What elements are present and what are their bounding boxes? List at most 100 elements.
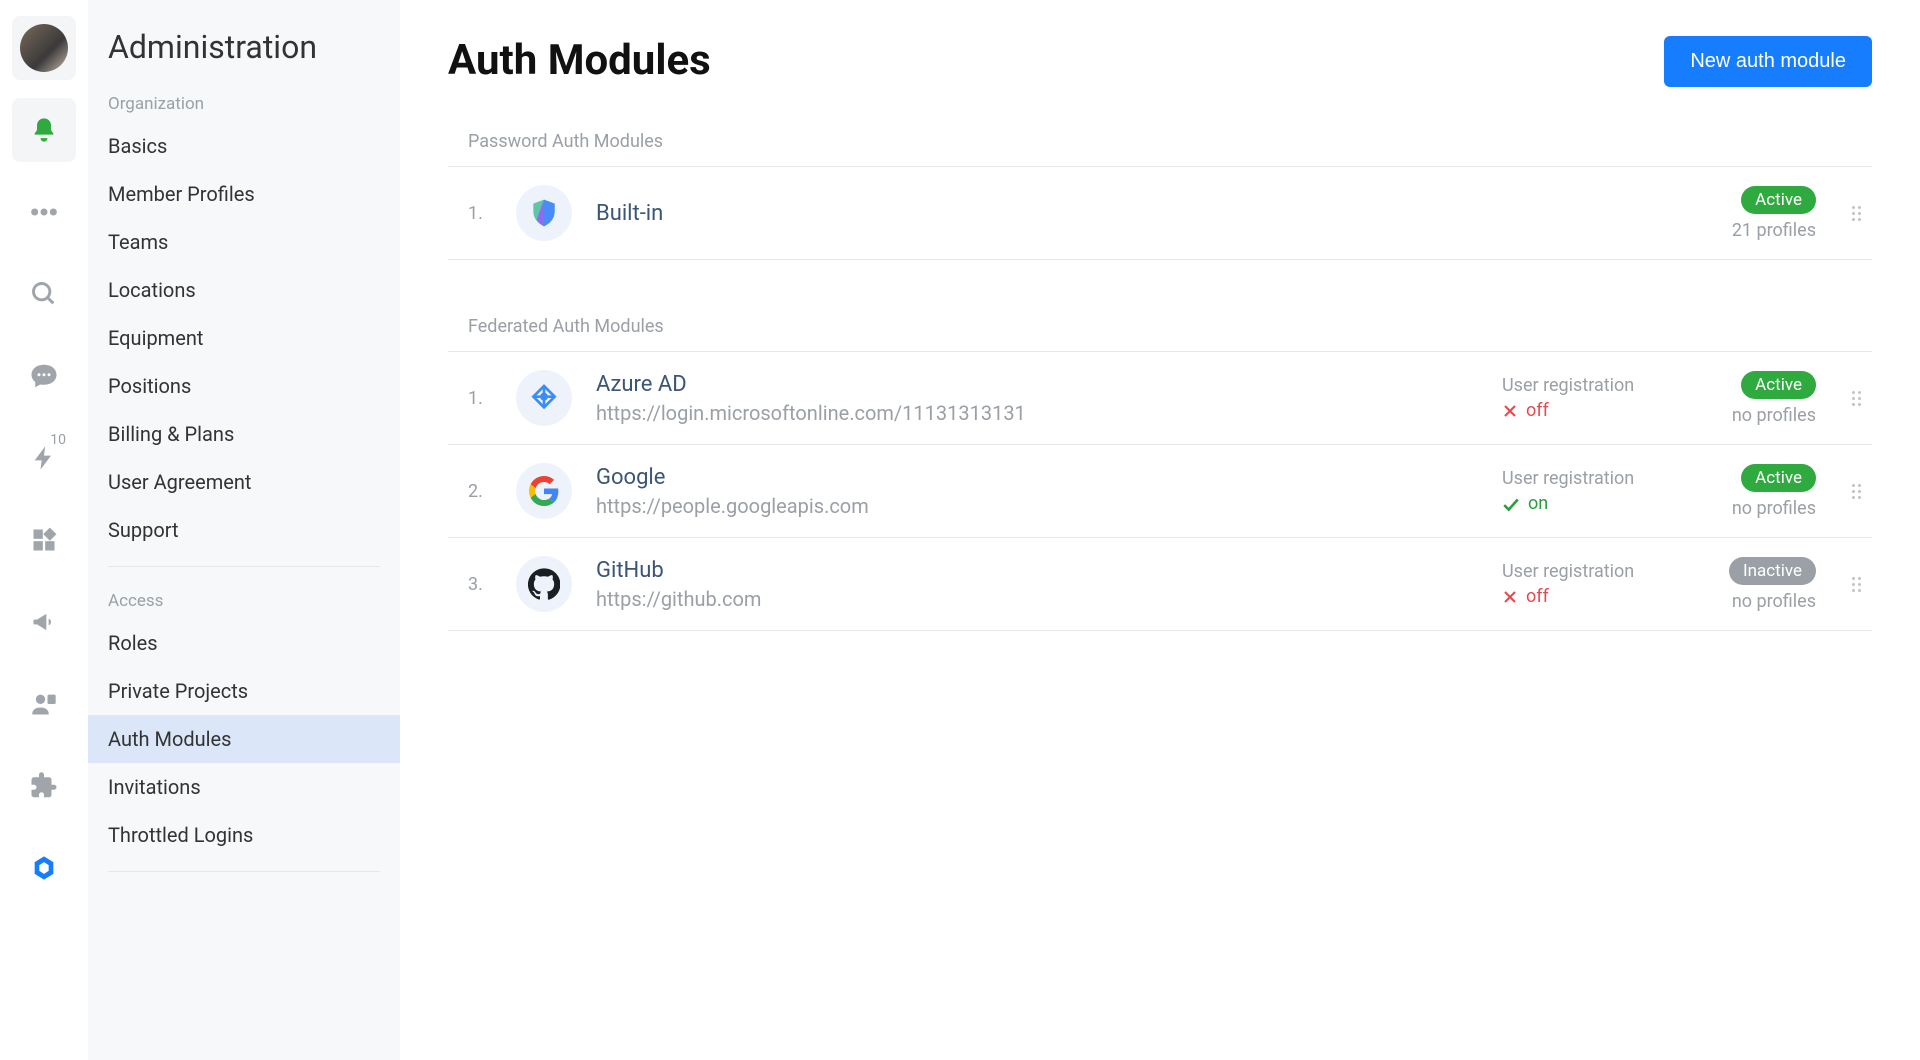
nav-roles[interactable]: Roles [88, 619, 400, 667]
drag-handle[interactable] [1840, 577, 1872, 592]
bell-icon [30, 116, 58, 144]
module-name-link[interactable]: GitHub [596, 558, 1478, 583]
rail-notifications[interactable] [12, 98, 76, 162]
module-row-github[interactable]: 3. GitHub https://github.com User regist… [448, 538, 1872, 631]
azure-icon [516, 370, 572, 426]
nav-invitations[interactable]: Invitations [88, 763, 400, 811]
rail-activity[interactable]: 10 [12, 426, 76, 490]
module-meta: Azure AD https://login.microsoftonline.c… [596, 372, 1478, 425]
nav-billing[interactable]: Billing & Plans [88, 410, 400, 458]
federated-section-heading: Federated Auth Modules [448, 308, 1872, 352]
profiles-count: 21 profiles [1732, 220, 1816, 241]
status-column: Active 21 profiles [1696, 186, 1816, 241]
registration-value: on [1528, 493, 1548, 514]
status-badge: Active [1741, 371, 1816, 399]
megaphone-icon [30, 608, 58, 636]
registration-label: User registration [1502, 375, 1672, 396]
module-row-builtin[interactable]: 1. Built-in Active 21 profiles [448, 167, 1872, 260]
drag-handle[interactable] [1840, 484, 1872, 499]
module-name-link[interactable]: Azure AD [596, 372, 1478, 397]
profiles-count: no profiles [1732, 405, 1816, 426]
github-logo-icon [528, 568, 560, 600]
hexagon-icon [30, 854, 58, 882]
module-name-link[interactable]: Google [596, 465, 1478, 490]
x-icon [1502, 589, 1518, 605]
nav-user-agreement[interactable]: User Agreement [88, 458, 400, 506]
nav-divider [108, 566, 380, 567]
rail-chat[interactable] [12, 344, 76, 408]
page-header: Auth Modules New auth module [448, 36, 1872, 87]
sidebar-title: Administration [88, 0, 400, 82]
shield-icon [528, 197, 560, 229]
nav-teams[interactable]: Teams [88, 218, 400, 266]
profiles-count: no profiles [1732, 498, 1816, 519]
google-icon [516, 463, 572, 519]
row-number: 2. [468, 481, 492, 502]
section-label-organization: Organization [88, 82, 400, 122]
rail-more[interactable] [12, 180, 76, 244]
status-badge: Inactive [1729, 557, 1816, 585]
registration-value: off [1526, 400, 1549, 421]
module-url: https://login.microsoftonline.com/111313… [596, 401, 1478, 425]
status-column: Active no profiles [1696, 371, 1816, 426]
new-auth-module-button[interactable]: New auth module [1664, 36, 1872, 87]
drag-handle[interactable] [1840, 206, 1872, 221]
status-column: Inactive no profiles [1696, 557, 1816, 612]
row-number: 3. [468, 574, 492, 595]
sidebar: Administration Organization Basics Membe… [88, 0, 400, 1060]
nav-basics[interactable]: Basics [88, 122, 400, 170]
registration-label: User registration [1502, 561, 1672, 582]
nav-auth-modules[interactable]: Auth Modules [88, 715, 400, 763]
avatar-icon [20, 24, 68, 72]
module-url: https://people.googleapis.com [596, 494, 1478, 518]
section-label-access: Access [88, 579, 400, 619]
nav-private-projects[interactable]: Private Projects [88, 667, 400, 715]
row-number: 1. [468, 388, 492, 409]
main-content: Auth Modules New auth module Password Au… [400, 0, 1920, 1060]
lightning-icon [30, 444, 58, 472]
module-meta: Google https://people.googleapis.com [596, 465, 1478, 518]
module-url: https://github.com [596, 587, 1478, 611]
federated-modules-section: Federated Auth Modules 1. Azure AD https… [448, 308, 1872, 631]
module-row-azure[interactable]: 1. Azure AD https://login.microsoftonlin… [448, 352, 1872, 445]
profiles-count: no profiles [1732, 591, 1816, 612]
password-modules-section: Password Auth Modules 1. Built-in Active… [448, 123, 1872, 260]
rail-search[interactable] [12, 262, 76, 326]
rail-admin[interactable] [12, 836, 76, 900]
activity-badge: 10 [50, 432, 66, 448]
status-badge: Active [1741, 186, 1816, 214]
drag-handle[interactable] [1840, 391, 1872, 406]
dots-icon [30, 206, 58, 218]
nav-locations[interactable]: Locations [88, 266, 400, 314]
page-title: Auth Modules [448, 36, 711, 85]
rail-team[interactable] [12, 672, 76, 736]
registration-column: User registration off [1502, 375, 1672, 421]
nav-divider-2 [108, 871, 380, 872]
rail-apps[interactable] [12, 508, 76, 572]
rail-announce[interactable] [12, 590, 76, 654]
password-section-heading: Password Auth Modules [448, 123, 1872, 167]
chat-icon [29, 361, 59, 391]
module-row-google[interactable]: 2. Google https://people.googleapis.com … [448, 445, 1872, 538]
registration-column: User registration on [1502, 468, 1672, 514]
nav-throttled-logins[interactable]: Throttled Logins [88, 811, 400, 859]
nav-member-profiles[interactable]: Member Profiles [88, 170, 400, 218]
github-icon [516, 556, 572, 612]
nav-equipment[interactable]: Equipment [88, 314, 400, 362]
status-column: Active no profiles [1696, 464, 1816, 519]
builtin-icon [516, 185, 572, 241]
module-name-link[interactable]: Built-in [596, 201, 1672, 226]
nav-positions[interactable]: Positions [88, 362, 400, 410]
nav-support[interactable]: Support [88, 506, 400, 554]
rail-avatar[interactable] [12, 16, 76, 80]
puzzle-icon [29, 771, 59, 801]
rail-extensions[interactable] [12, 754, 76, 818]
icon-rail: 10 [0, 0, 88, 1060]
apps-icon [30, 526, 58, 554]
google-logo-icon [529, 476, 559, 506]
search-icon [30, 280, 58, 308]
x-icon [1502, 403, 1518, 419]
status-badge: Active [1741, 464, 1816, 492]
registration-value: off [1526, 586, 1549, 607]
registration-state: off [1502, 400, 1672, 421]
